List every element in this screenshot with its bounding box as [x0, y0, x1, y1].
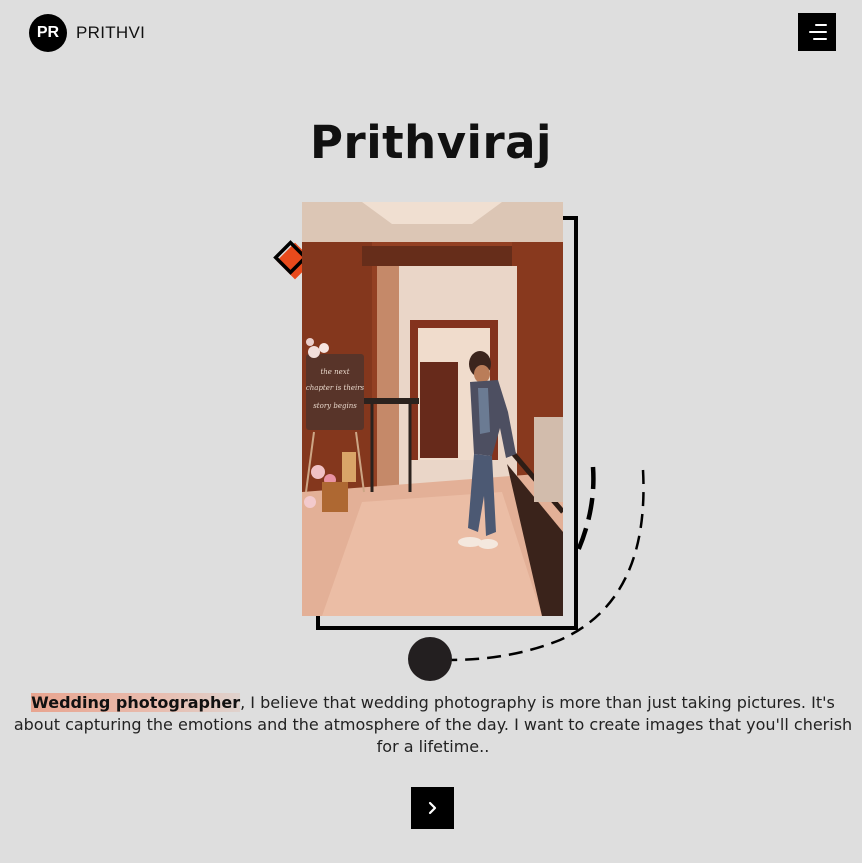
logo-badge: PR	[29, 14, 67, 52]
menu-button[interactable]	[798, 13, 836, 51]
logo-name: PRITHVI	[76, 23, 146, 42]
scroll-indicator-dot	[408, 637, 452, 681]
page-title: Prithviraj	[310, 116, 552, 169]
portrait-photo: the next chapter is theirs story begins	[302, 202, 563, 616]
portrait-photo-illustration: the next chapter is theirs story begins	[302, 202, 563, 616]
next-button[interactable]	[411, 787, 454, 829]
hamburger-menu-icon	[815, 24, 827, 26]
page: PR PRITHVI Prithviraj the next chapter i…	[0, 0, 862, 863]
outline-diamond-icon	[273, 240, 308, 275]
intro-highlight: Wedding photographer	[31, 693, 241, 712]
chevron-right-icon	[428, 801, 436, 815]
thick-dashed-arc	[574, 466, 596, 554]
brand-logo[interactable]: PR PRITHVI	[29, 14, 145, 52]
intro-paragraph: Wedding photographer, I believe that wed…	[8, 692, 858, 758]
